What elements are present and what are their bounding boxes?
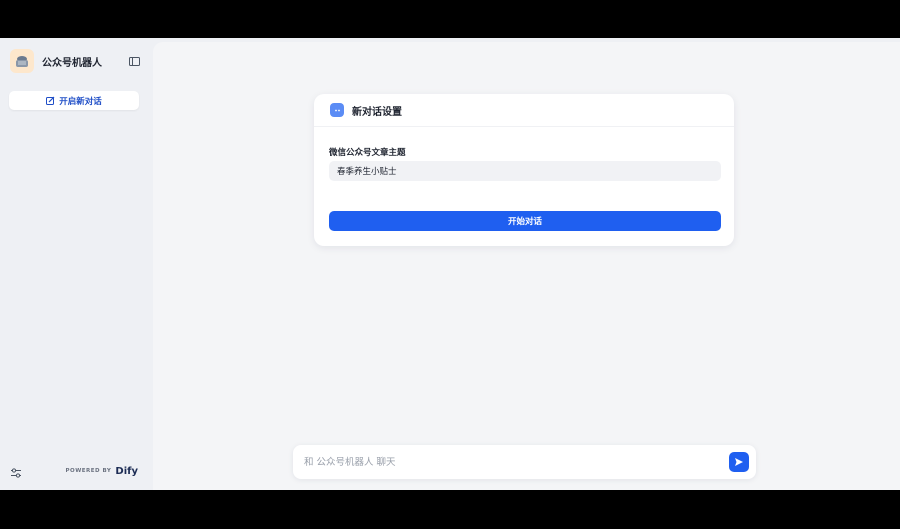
new-chat-button[interactable]: 开启新对话 bbox=[9, 91, 139, 110]
card-title: 新对话设置 bbox=[352, 106, 402, 118]
app-window: 公众号机器人 开启新对话 POWERED BY Dify 新对话设置 微信公众号… bbox=[0, 38, 900, 490]
sliders-icon bbox=[11, 468, 21, 478]
chat-input-bar bbox=[293, 445, 756, 479]
chat-input[interactable] bbox=[302, 455, 729, 469]
settings-button[interactable] bbox=[10, 464, 24, 478]
card-header: 新对话设置 bbox=[314, 94, 734, 127]
robot-basket-icon bbox=[16, 56, 28, 67]
app-title: 公众号机器人 bbox=[42, 57, 102, 69]
main-panel: 新对话设置 微信公众号文章主题 春季养生小贴士 开始对话 bbox=[153, 42, 900, 490]
powered-by: POWERED BY Dify bbox=[66, 466, 139, 477]
sidebar-footer: POWERED BY Dify bbox=[10, 464, 138, 478]
chat-bot-icon bbox=[330, 103, 344, 117]
start-chat-button[interactable]: 开始对话 bbox=[329, 211, 721, 231]
sidebar-panel-icon bbox=[128, 56, 140, 66]
topic-field-label: 微信公众号文章主题 bbox=[329, 148, 406, 158]
send-icon bbox=[735, 458, 743, 466]
send-button[interactable] bbox=[729, 452, 749, 472]
new-chat-label: 开启新对话 bbox=[59, 96, 102, 107]
sidebar-toggle-button[interactable] bbox=[126, 53, 142, 69]
bot-face-icon bbox=[334, 109, 340, 111]
sidebar: 公众号机器人 开启新对话 POWERED BY Dify bbox=[0, 38, 152, 490]
topic-input[interactable]: 春季养生小贴士 bbox=[329, 161, 721, 181]
powered-by-label: POWERED BY bbox=[65, 468, 112, 474]
dify-logo: Dify bbox=[115, 465, 138, 477]
app-header: 公众号机器人 bbox=[10, 48, 142, 74]
edit-icon bbox=[46, 96, 55, 105]
new-chat-settings-card: 新对话设置 微信公众号文章主题 春季养生小贴士 开始对话 bbox=[314, 94, 734, 246]
app-avatar bbox=[10, 49, 34, 73]
